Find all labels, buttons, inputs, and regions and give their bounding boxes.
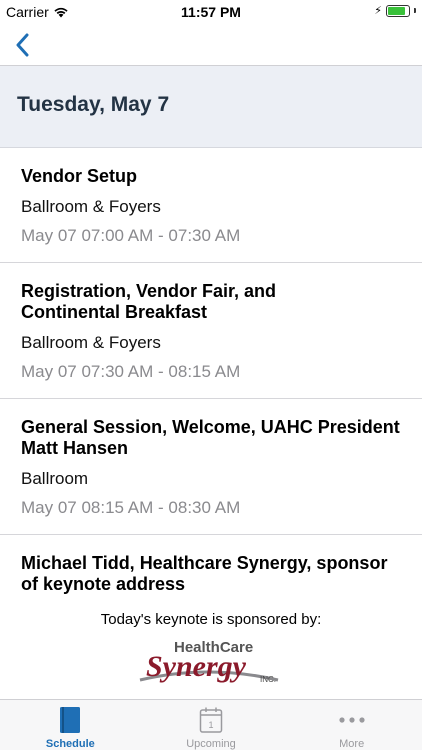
session-title: Registration, Vendor Fair, and Continent…	[21, 281, 277, 322]
tab-upcoming-label: Upcoming	[186, 738, 236, 750]
tab-schedule-label: Schedule	[45, 738, 95, 750]
calendar-day-number: 1	[208, 720, 213, 730]
tab-bar: Schedule 1 Upcoming More	[0, 699, 422, 750]
session-location: Ballroom	[21, 469, 89, 488]
session-time: May 07 07:00 AM - 07:30 AM	[21, 226, 241, 245]
sponsor-banner[interactable]: Today's keynote is sponsored by: HealthC…	[0, 600, 422, 699]
book-icon	[60, 707, 81, 733]
session-list[interactable]: Vendor Setup Ballroom & Foyers May 07 07…	[0, 148, 422, 600]
session-row[interactable]: General Session, Welcome, UAHC President…	[0, 399, 422, 535]
battery-indicator: ⚡	[374, 4, 416, 17]
tab-schedule[interactable]: Schedule	[0, 700, 141, 750]
session-time: May 07 07:30 AM - 08:15 AM	[21, 362, 241, 381]
battery-tip	[414, 8, 416, 13]
session-location: Ballroom & Foyers	[21, 197, 161, 216]
battery-fill	[388, 6, 405, 15]
status-time: 11:57 PM	[181, 4, 241, 20]
session-time: May 07 08:15 AM - 08:30 AM	[21, 498, 241, 517]
chevron-left-icon	[16, 33, 29, 57]
session-location: Ballroom & Foyers	[21, 333, 161, 352]
navigation-bar	[0, 24, 422, 66]
charging-bolt-icon: ⚡	[374, 5, 382, 17]
session-title: Vendor Setup	[21, 166, 138, 186]
svg-text:INC.: INC.	[260, 675, 276, 684]
status-bar: Carrier 11:57 PM ⚡	[0, 0, 422, 24]
tab-more[interactable]: More	[281, 700, 422, 750]
healthcare-synergy-logo: HealthCare Synergy INC.	[139, 639, 279, 684]
calendar-icon: 1	[199, 707, 223, 733]
session-title: General Session, Welcome, UAHC President…	[21, 417, 400, 458]
more-dots-icon	[339, 717, 365, 723]
date-section-header: Tuesday, May 7	[0, 66, 422, 148]
battery-icon	[386, 4, 410, 17]
tab-more-label: More	[339, 738, 365, 750]
session-title: Michael Tidd, Healthcare Synergy, sponso…	[21, 553, 388, 594]
back-button[interactable]	[8, 30, 36, 60]
date-title: Tuesday, May 7	[17, 93, 170, 116]
svg-text:Synergy: Synergy	[146, 650, 247, 683]
session-row[interactable]: Registration, Vendor Fair, and Continent…	[0, 263, 422, 399]
session-row[interactable]: Vendor Setup Ballroom & Foyers May 07 07…	[0, 148, 422, 263]
tab-upcoming[interactable]: 1 Upcoming	[141, 700, 282, 750]
session-row[interactable]: Michael Tidd, Healthcare Synergy, sponso…	[0, 535, 422, 600]
sponsor-text: Today's keynote is sponsored by:	[100, 611, 322, 628]
